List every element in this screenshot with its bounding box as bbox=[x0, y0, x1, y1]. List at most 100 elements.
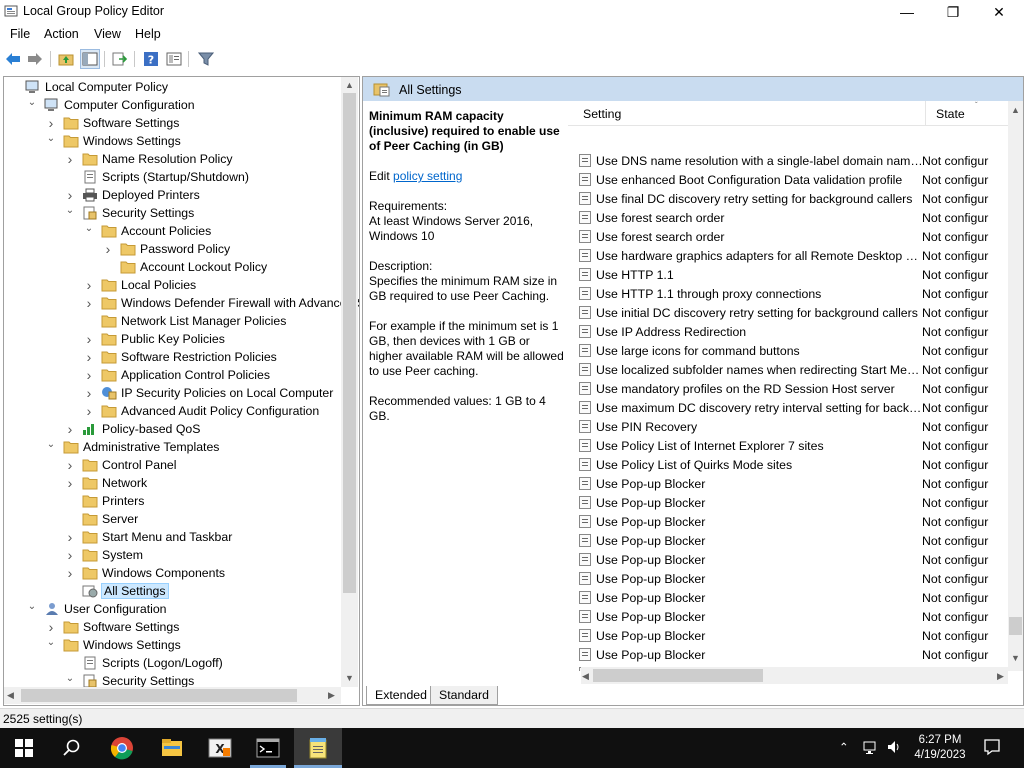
tree-node[interactable]: › Software Restriction Policies bbox=[83, 348, 277, 366]
tab-extended[interactable]: Extended bbox=[366, 686, 436, 705]
edit-policy-setting-link[interactable]: policy setting bbox=[393, 169, 462, 183]
collapse-chevron-icon[interactable]: ⌄ bbox=[64, 673, 76, 685]
tree-scroll-right-arrow-icon[interactable]: ▶ bbox=[328, 690, 335, 701]
tree-node[interactable]: Local Computer Policy bbox=[7, 78, 168, 96]
minimize-button[interactable]: — bbox=[884, 0, 930, 24]
scroll-down-arrow-icon[interactable]: ▼ bbox=[1011, 653, 1020, 663]
tree-node[interactable]: ⌄ Account Policies bbox=[83, 222, 211, 240]
up-one-level-button[interactable] bbox=[56, 49, 76, 69]
setting-row[interactable]: Use mandatory profiles on the RD Session… bbox=[568, 379, 1008, 398]
setting-row[interactable]: Use HTTP 1.1 through proxy connections No… bbox=[568, 284, 1008, 303]
tree-vertical-thumb[interactable] bbox=[343, 93, 356, 593]
tree-node[interactable]: Scripts (Startup/Shutdown) bbox=[64, 168, 249, 186]
column-header-state[interactable]: State bbox=[936, 107, 965, 121]
expand-chevron-icon[interactable]: › bbox=[45, 115, 57, 131]
forward-button[interactable] bbox=[25, 49, 45, 69]
tree-node[interactable]: › Network bbox=[64, 474, 147, 492]
setting-row[interactable]: Use Pop-up Blocker Not configur bbox=[568, 531, 1008, 550]
setting-row[interactable]: Use Pop-up Blocker Not configur bbox=[568, 493, 1008, 512]
setting-row[interactable]: Use HTTP 1.1 Not configur bbox=[568, 265, 1008, 284]
settings-list[interactable]: Use DNS name resolution with a single-la… bbox=[568, 101, 1008, 671]
tree-scroll-down-arrow-icon[interactable]: ▼ bbox=[345, 673, 354, 683]
close-button[interactable]: ✕ bbox=[976, 0, 1022, 24]
setting-row[interactable]: Use maximum DC discovery retry interval … bbox=[568, 398, 1008, 417]
network-icon[interactable] bbox=[863, 739, 879, 758]
tree-node[interactable]: › System bbox=[64, 546, 143, 564]
setting-row[interactable]: Use localized subfolder names when redir… bbox=[568, 360, 1008, 379]
tree-node[interactable]: › Policy-based QoS bbox=[64, 420, 201, 438]
tree-node[interactable]: › Advanced Audit Policy Configuration bbox=[83, 402, 320, 420]
expand-chevron-icon[interactable]: › bbox=[64, 457, 76, 473]
menu-help[interactable]: Help bbox=[135, 27, 161, 41]
settings-list-vertical-scrollbar[interactable] bbox=[1008, 101, 1023, 671]
tree-node[interactable]: › Start Menu and Taskbar bbox=[64, 528, 233, 546]
tree-horizontal-thumb[interactable] bbox=[21, 689, 297, 702]
tree-node[interactable]: › Application Control Policies bbox=[83, 366, 270, 384]
show-hide-console-tree-button[interactable] bbox=[80, 49, 100, 69]
scroll-left-arrow-icon[interactable]: ◀ bbox=[582, 671, 589, 682]
tree-node[interactable]: Network List Manager Policies bbox=[83, 312, 286, 330]
tab-standard[interactable]: Standard bbox=[430, 686, 498, 705]
tree-node[interactable]: ⌄ Administrative Templates bbox=[45, 438, 220, 456]
menu-view[interactable]: View bbox=[94, 27, 121, 41]
start-button[interactable] bbox=[0, 728, 48, 768]
tree-node[interactable]: ⌄ Computer Configuration bbox=[26, 96, 195, 114]
tree-node[interactable]: › Local Policies bbox=[83, 276, 197, 294]
tree-scroll-left-arrow-icon[interactable]: ◀ bbox=[7, 690, 14, 701]
setting-row[interactable]: Use PIN Recovery Not configur bbox=[568, 417, 1008, 436]
expand-chevron-icon[interactable]: › bbox=[83, 277, 95, 293]
setting-row[interactable]: Use initial DC discovery retry setting f… bbox=[568, 303, 1008, 322]
taskbar-command-prompt[interactable] bbox=[244, 728, 292, 768]
setting-row[interactable]: Use enhanced Boot Configuration Data val… bbox=[568, 170, 1008, 189]
expand-chevron-icon[interactable]: › bbox=[64, 187, 76, 203]
collapse-chevron-icon[interactable]: ⌄ bbox=[26, 97, 38, 109]
tree-node[interactable]: › IP Security Policies on Local Computer bbox=[83, 384, 334, 402]
tree-node[interactable]: All Settings bbox=[64, 582, 169, 600]
tree-node[interactable]: ⌄ Security Settings bbox=[64, 204, 194, 222]
tree-node[interactable]: › Public Key Policies bbox=[83, 330, 225, 348]
setting-row[interactable]: Use Pop-up Blocker Not configur bbox=[568, 645, 1008, 664]
tree-node[interactable]: › Windows Defender Firewall with Advanced… bbox=[83, 294, 359, 312]
scroll-up-arrow-icon[interactable]: ▲ bbox=[1011, 105, 1020, 115]
tree-node[interactable]: ⌄ Windows Settings bbox=[45, 636, 181, 654]
tree-node[interactable]: › Windows Components bbox=[64, 564, 225, 582]
setting-row[interactable]: Use Pop-up Blocker Not configur bbox=[568, 474, 1008, 493]
export-list-button[interactable] bbox=[110, 49, 130, 69]
setting-row[interactable]: Use IP Address Redirection Not configur bbox=[568, 322, 1008, 341]
setting-row[interactable]: Use Pop-up Blocker Not configur bbox=[568, 569, 1008, 588]
column-divider[interactable] bbox=[925, 101, 926, 125]
expand-chevron-icon[interactable]: › bbox=[83, 295, 95, 311]
settings-list-vertical-thumb[interactable] bbox=[1009, 617, 1022, 635]
tree-node[interactable]: Server bbox=[64, 510, 138, 528]
setting-row[interactable]: Use Policy List of Quirks Mode sites Not … bbox=[568, 455, 1008, 474]
setting-row[interactable]: Use large icons for command buttons Not c… bbox=[568, 341, 1008, 360]
expand-chevron-icon[interactable]: › bbox=[83, 367, 95, 383]
tree-node[interactable]: › Name Resolution Policy bbox=[64, 150, 233, 168]
expand-chevron-icon[interactable]: › bbox=[64, 151, 76, 167]
expand-chevron-icon[interactable]: › bbox=[83, 403, 95, 419]
expand-chevron-icon[interactable]: › bbox=[64, 421, 76, 437]
tree-node[interactable]: ⌄ User Configuration bbox=[26, 600, 167, 618]
help-button[interactable]: ? bbox=[141, 49, 161, 69]
setting-row[interactable]: Use hardware graphics adapters for all R… bbox=[568, 246, 1008, 265]
tree-node[interactable]: › Software Settings bbox=[45, 618, 180, 636]
console-tree[interactable]: Local Computer Policy ⌄ Computer Configura… bbox=[3, 76, 360, 706]
clock[interactable]: 6:27 PM 4/19/2023 bbox=[912, 733, 968, 763]
expand-chevron-icon[interactable]: › bbox=[64, 547, 76, 563]
menu-file[interactable]: File bbox=[10, 27, 30, 41]
tree-node[interactable]: › Password Policy bbox=[102, 240, 231, 258]
expand-chevron-icon[interactable]: › bbox=[83, 385, 95, 401]
taskbar-xampp[interactable]: X bbox=[196, 728, 244, 768]
taskbar-file-explorer[interactable] bbox=[148, 728, 196, 768]
setting-row[interactable]: Use DNS name resolution with a single-la… bbox=[568, 151, 1008, 170]
maximize-button[interactable]: ❐ bbox=[930, 0, 976, 24]
setting-row[interactable]: Use Pop-up Blocker Not configur bbox=[568, 512, 1008, 531]
setting-row[interactable]: Use Policy List of Internet Explorer 7 s… bbox=[568, 436, 1008, 455]
tree-node[interactable]: Account Lockout Policy bbox=[102, 258, 267, 276]
settings-list-horizontal-thumb[interactable] bbox=[593, 669, 763, 682]
notifications-icon[interactable] bbox=[983, 738, 1001, 759]
filter-button[interactable] bbox=[196, 49, 216, 69]
taskbar-chrome[interactable] bbox=[98, 728, 146, 768]
setting-row[interactable]: Use forest search order Not configur bbox=[568, 227, 1008, 246]
collapse-chevron-icon[interactable]: ⌄ bbox=[64, 205, 76, 217]
